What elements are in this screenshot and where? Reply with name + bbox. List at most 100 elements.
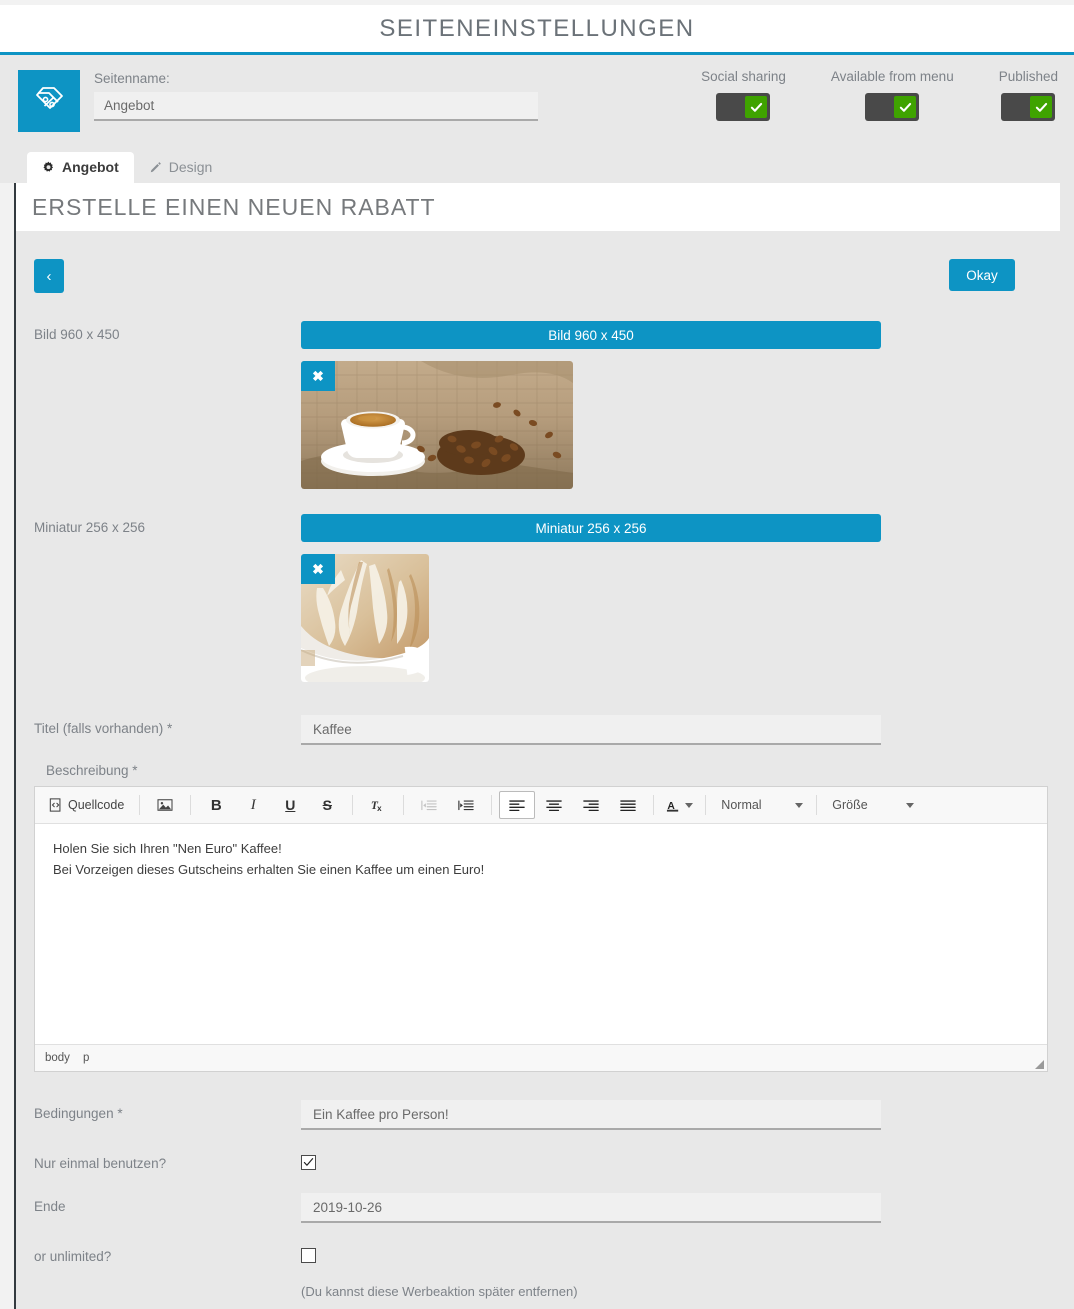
italic-icon[interactable]: I [235, 791, 271, 819]
toggle-label: Available from menu [830, 69, 954, 84]
tab-design[interactable]: Design [134, 152, 228, 183]
toggle-switch[interactable] [1001, 93, 1056, 121]
site-name-label: Seitenname: [94, 71, 170, 86]
bold-icon[interactable]: B [198, 791, 234, 819]
font-size-select[interactable]: Größe [824, 792, 920, 818]
title-field-wrapper [301, 715, 881, 745]
single-use-label: Nur einmal benutzen? [34, 1156, 167, 1171]
toggle-published[interactable]: Published [999, 69, 1058, 121]
site-name-input[interactable] [94, 92, 538, 121]
upload-main-image-button[interactable]: Bild 960 x 450 [301, 321, 881, 349]
section-title: ERSTELLE EINEN NEUEN RABATT [32, 193, 436, 220]
title-input[interactable] [301, 715, 881, 745]
back-button[interactable]: ‹ [34, 259, 64, 293]
chevron-down-icon [906, 802, 915, 808]
tab-bar: Angebot Design [0, 149, 1074, 183]
single-use-field-wrapper [301, 1150, 881, 1173]
toolbar-separator [491, 795, 493, 815]
strikethrough-label: S [322, 797, 332, 813]
italic-label: I [250, 796, 256, 813]
site-name-block: Seitenname: [18, 70, 538, 132]
image-main-field: Bild 960 x 450 ✖ [301, 321, 881, 494]
row-unlimited: or unlimited? (Du kannst diese Werbeakti… [34, 1243, 1060, 1299]
unlimited-field-wrapper: (Du kannst diese Werbeaktion später entf… [301, 1243, 881, 1299]
gear-icon [42, 161, 55, 174]
text-color-icon[interactable]: A [661, 791, 698, 819]
element-path-body[interactable]: body [45, 1052, 70, 1064]
image-icon[interactable] [147, 791, 183, 819]
editor-resize-handle[interactable] [1035, 1060, 1044, 1069]
toolbar-separator [816, 795, 818, 815]
row-image-main: Bild 960 x 450 Bild 960 x 450 ✖ [34, 321, 1060, 494]
page-header: SEITENEINSTELLUNGEN [0, 5, 1074, 55]
outdent-icon[interactable] [411, 791, 447, 819]
single-use-checkbox[interactable] [301, 1155, 316, 1170]
content-panel: ERSTELLE EINEN NEUEN RABATT ‹ Okay Bild … [14, 183, 1074, 1309]
editor-content-area[interactable]: Holen Sie sich Ihren "Nen Euro" Kaffee! … [35, 824, 1047, 1044]
element-path-p[interactable]: p [83, 1052, 89, 1064]
strikethrough-icon[interactable]: S [309, 791, 345, 819]
tab-angebot[interactable]: Angebot [27, 152, 134, 183]
toggle-available-from-menu[interactable]: Available from menu [831, 69, 954, 121]
underline-label: U [285, 797, 296, 813]
nav-row: ‹ Okay [34, 259, 1060, 321]
row-title: Titel (falls vorhanden) * [34, 715, 1060, 745]
align-right-icon[interactable] [573, 791, 609, 819]
page-title: SEITENEINSTELLUNGEN [379, 14, 695, 42]
align-left-icon[interactable] [499, 791, 536, 819]
editor-paragraph-line-1: Holen Sie sich Ihren "Nen Euro" Kaffee! [53, 841, 282, 856]
toggle-switch[interactable] [716, 93, 771, 121]
svg-text:x: x [377, 803, 382, 812]
toggle-social-sharing[interactable]: Social sharing [701, 69, 786, 121]
paragraph-format-select[interactable]: Normal [713, 792, 809, 818]
toolbar-separator [139, 795, 141, 815]
image-thumb-thumbnail-wrapper: ✖ [301, 554, 429, 682]
toolbar-separator [653, 795, 655, 815]
remove-format-icon[interactable]: Tx [360, 791, 396, 819]
row-end-date: Ende [34, 1193, 1060, 1223]
title-field-label: Titel (falls vorhanden) * [34, 721, 173, 736]
source-code-icon[interactable]: Quellcode [41, 791, 132, 819]
source-code-label: Quellcode [68, 798, 125, 812]
upload-thumbnail-button[interactable]: Miniatur 256 x 256 [301, 514, 881, 542]
bold-label: B [210, 796, 222, 814]
unlimited-label: or unlimited? [34, 1249, 112, 1264]
check-icon [1030, 96, 1053, 118]
okay-button[interactable]: Okay [949, 259, 1015, 291]
toolbar-separator [190, 795, 192, 815]
unlimited-checkbox[interactable] [301, 1248, 316, 1263]
toggle-label: Social sharing [701, 69, 786, 84]
toolbar-separator [352, 795, 354, 815]
end-date-label: Ende [34, 1199, 66, 1214]
row-conditions: Bedingungen * [34, 1100, 1060, 1130]
image-main-label: Bild 960 x 450 [34, 327, 120, 342]
delete-main-image-button[interactable]: ✖ [301, 361, 335, 391]
align-justify-icon[interactable] [610, 791, 646, 819]
tab-label: Design [168, 159, 213, 175]
toolbar-separator [403, 795, 405, 815]
end-date-input[interactable] [301, 1193, 881, 1223]
toggle-switch[interactable] [865, 93, 920, 121]
align-center-icon[interactable] [536, 791, 572, 819]
indent-icon[interactable] [448, 791, 484, 819]
chevron-down-icon [685, 802, 694, 808]
section-title-bar: ERSTELLE EINEN NEUEN RABATT [16, 183, 1060, 231]
toolbar-separator [705, 795, 707, 815]
underline-icon[interactable]: U [272, 791, 308, 819]
tab-label: Angebot [62, 159, 119, 175]
site-name-fields: Seitenname: [94, 70, 538, 121]
chevron-down-icon [795, 802, 804, 808]
settings-bar: Seitenname: Social sharing Available fro… [0, 55, 1074, 149]
delete-thumbnail-button[interactable]: ✖ [301, 554, 335, 584]
row-image-thumb: Miniatur 256 x 256 Miniatur 256 x 256 ✖ [34, 514, 1060, 687]
conditions-input[interactable] [301, 1100, 881, 1130]
end-date-field-wrapper [301, 1193, 881, 1223]
image-main-thumbnail-wrapper: ✖ [301, 361, 573, 489]
pencil-icon [149, 161, 162, 174]
row-single-use: Nur einmal benutzen? [34, 1150, 1060, 1173]
paragraph-format-value: Normal [721, 798, 762, 812]
toggle-group-container: Social sharing Available from menu Publi… [701, 69, 1058, 121]
editor-element-path: body p [35, 1044, 1047, 1071]
conditions-field-wrapper [301, 1100, 881, 1130]
image-main-thumbnail [301, 361, 573, 489]
